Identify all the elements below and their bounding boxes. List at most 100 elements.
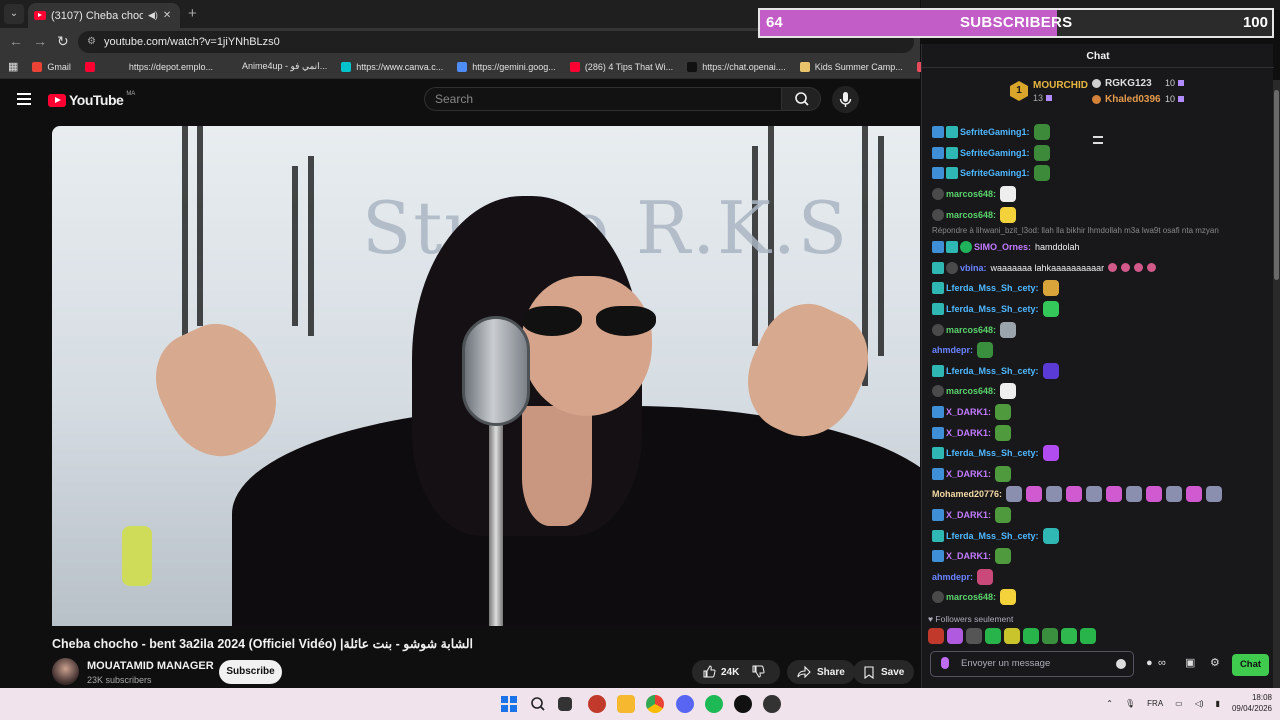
chat-username[interactable]: X_DARK1: [946, 407, 991, 417]
chat-badge-icon[interactable] [932, 385, 944, 398]
search-input[interactable]: Search [424, 87, 782, 111]
chevron-up-icon[interactable]: ⌃ [1106, 699, 1113, 708]
spotify-icon[interactable] [705, 695, 723, 713]
search-icon[interactable] [529, 695, 547, 713]
chat-username[interactable]: marcos648: [946, 210, 996, 220]
chat-username[interactable]: X_DARK1: [946, 551, 991, 561]
chat-username[interactable]: ahmdepr: [932, 345, 973, 355]
chat-badge-icon[interactable] [932, 447, 944, 460]
chat-badge-icon[interactable] [932, 591, 944, 604]
chat-username[interactable]: SefriteGaming1: [960, 127, 1030, 137]
back-icon[interactable]: ← [9, 33, 23, 49]
chat-username[interactable]: X_DARK1: [946, 510, 991, 520]
chat-username[interactable]: Lferda_Mss_Sh_cety: [946, 283, 1039, 293]
subscribe-button[interactable]: Subscribe [219, 660, 282, 684]
chat-badge-icon[interactable] [932, 426, 944, 439]
emote-icon[interactable] [985, 628, 1001, 644]
chat-username[interactable]: marcos648: [946, 189, 996, 199]
channel-avatar[interactable] [52, 658, 79, 685]
menu-icon[interactable] [17, 93, 31, 105]
tab-audio-icon[interactable]: ◀) [148, 10, 158, 21]
chat-username[interactable]: vbina: [960, 263, 987, 273]
chat-username[interactable]: marcos648: [946, 386, 996, 396]
chat-badge-icon[interactable] [932, 508, 944, 521]
chat-badge-icon[interactable] [932, 282, 944, 295]
chat-badge-icon[interactable] [960, 241, 972, 254]
chrome-icon[interactable] [646, 695, 664, 713]
channel-name[interactable]: MOUATAMID MANAGER [87, 660, 214, 672]
chat-username[interactable]: X_DARK1: [946, 428, 991, 438]
microphone-icon[interactable] [941, 657, 949, 669]
search-button[interactable] [781, 87, 821, 111]
tab-search-button[interactable]: ⌄ [4, 4, 24, 24]
chat-badge-icon[interactable] [946, 261, 958, 274]
video-player[interactable]: Studio R.K.S [52, 126, 920, 626]
new-tab-button[interactable]: + [188, 5, 197, 22]
chat-username[interactable]: Lferda_Mss_Sh_cety: [946, 304, 1039, 314]
bookmark-item[interactable]: https://gemini.goog... [457, 61, 556, 72]
chat-badge-icon[interactable] [932, 261, 944, 274]
site-info-icon[interactable]: ⚙ [87, 31, 96, 53]
task-view-icon[interactable] [558, 697, 572, 711]
file-explorer-icon[interactable] [617, 695, 635, 713]
app-icon[interactable] [763, 695, 781, 713]
leaderboard-name[interactable]: Khaled0396 [1105, 94, 1161, 105]
bookmark-item[interactable]: https://depot.emplo... [113, 61, 213, 72]
chat-username[interactable]: SefriteGaming1: [960, 168, 1030, 178]
bookmark-item[interactable]: (286) 4 Tips That Wi... [569, 61, 673, 72]
emote-icon[interactable] [1061, 628, 1077, 644]
chat-message-input[interactable]: Envoyer un message [930, 651, 1134, 677]
chat-username[interactable]: Mohamed20776: [932, 489, 1002, 499]
chat-badge-icon[interactable] [946, 241, 958, 254]
microphone-icon[interactable]: 🎙 [1125, 699, 1135, 708]
chat-username[interactable]: Lferda_Mss_Sh_cety: [946, 366, 1039, 376]
chat-badge-icon[interactable] [932, 406, 944, 419]
chat-username[interactable]: ahmdepr: [932, 572, 973, 582]
emote-icon[interactable] [1023, 628, 1039, 644]
chat-badge-icon[interactable] [932, 188, 944, 201]
chat-badge-icon[interactable] [932, 323, 944, 336]
infinity-icon[interactable]: ∞ [1158, 657, 1170, 669]
battery-icon[interactable]: ▮ [1216, 699, 1220, 708]
start-icon[interactable] [500, 695, 518, 713]
chat-username[interactable]: SIMO_Ornes: [974, 242, 1031, 252]
like-button[interactable]: 24K [702, 665, 739, 679]
tab-close-icon[interactable]: ✕ [163, 10, 171, 21]
chat-username[interactable]: marcos648: [946, 592, 996, 602]
emote-icon[interactable] [966, 628, 982, 644]
chat-scrollbar-thumb[interactable] [1274, 90, 1279, 280]
save-button[interactable]: Save [853, 660, 915, 684]
settings-icon[interactable]: ⚙ [1210, 657, 1222, 669]
chat-badge-icon[interactable] [932, 126, 944, 139]
bookmark-item[interactable] [84, 61, 100, 72]
emote-icon[interactable] [947, 628, 963, 644]
emote-icon[interactable] [928, 628, 944, 644]
chat-badge-icon[interactable] [946, 167, 958, 180]
language-indicator[interactable]: FRA [1147, 699, 1163, 708]
chat-username[interactable]: Lferda_Mss_Sh_cety: [946, 531, 1039, 541]
voice-search-button[interactable] [832, 86, 859, 113]
chat-badge-icon[interactable] [932, 208, 944, 221]
chat-username[interactable]: marcos648: [946, 325, 996, 335]
bookmark-item[interactable]: https://www.canva.c... [341, 61, 443, 72]
chat-badge-icon[interactable] [946, 146, 958, 159]
emote-picker-icon[interactable] [1116, 659, 1126, 669]
network-icon[interactable]: ▭ [1175, 699, 1183, 708]
app-icon[interactable] [588, 695, 606, 713]
apps-grid-icon[interactable]: ▦ [8, 60, 18, 73]
chat-username[interactable]: X_DARK1: [946, 469, 991, 479]
youtube-logo[interactable]: YouTube MA [48, 91, 135, 108]
active-tab[interactable]: (3107) Cheba chocho - bent ◀) ✕ [28, 3, 180, 28]
chat-username[interactable]: SefriteGaming1: [960, 148, 1030, 158]
app-icon[interactable] [734, 695, 752, 713]
chat-send-button[interactable]: Chat [1232, 654, 1269, 676]
share-button[interactable]: Share [787, 660, 855, 684]
leaderboard-name[interactable]: RGKG123 [1105, 78, 1152, 89]
bookmark-item[interactable]: Gmail [32, 61, 71, 72]
chat-badge-icon[interactable] [932, 529, 944, 542]
reload-icon[interactable]: ↻ [57, 33, 69, 50]
chat-badge-icon[interactable] [932, 303, 944, 316]
emote-icon[interactable] [1080, 628, 1096, 644]
dislike-button[interactable] [751, 664, 765, 681]
chat-badge-icon[interactable] [932, 241, 944, 254]
